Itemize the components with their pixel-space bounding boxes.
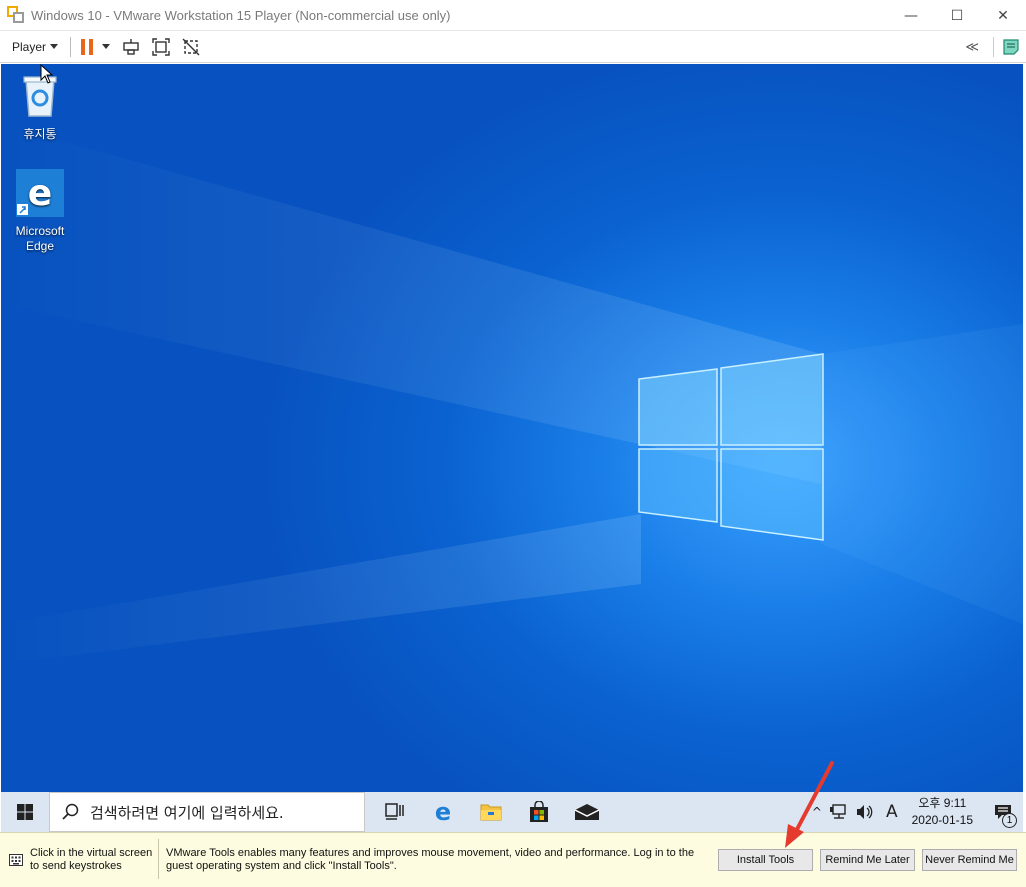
player-menu-button[interactable]: Player: [12, 39, 59, 54]
taskbar-explorer-button[interactable]: [467, 792, 515, 832]
guest-desktop[interactable]: 휴지통 e Microsoft Edge: [1, 64, 1023, 792]
clock-time: 오후 9:11: [918, 796, 967, 810]
red-annotation-arrow: [785, 761, 834, 848]
pause-dropdown-icon[interactable]: [102, 44, 111, 49]
pause-icon[interactable]: [81, 38, 94, 55]
infobar-divider: [158, 839, 159, 879]
recycle-bin-label: 휴지통: [23, 127, 57, 141]
store-icon: [530, 801, 548, 822]
never-remind-me-button[interactable]: Never Remind Me: [922, 849, 1017, 871]
toolbar-divider: [993, 37, 994, 57]
chevron-down-icon: [50, 44, 59, 49]
taskbar-search-box[interactable]: 검색하려면 여기에 입력하세요.: [49, 792, 365, 832]
task-view-icon: [385, 803, 404, 820]
maximize-button[interactable]: ☐: [934, 0, 980, 31]
edge-icon: e: [435, 801, 451, 823]
taskbar-store-button[interactable]: [515, 792, 563, 832]
player-toolbar: Player ≪: [0, 31, 1026, 63]
edge-label: Microsoft Edge: [15, 224, 65, 253]
search-icon: [62, 803, 79, 820]
window-title: Windows 10 - VMware Workstation 15 Playe…: [31, 7, 451, 23]
minimize-button[interactable]: —: [888, 0, 934, 31]
edge-shortcut[interactable]: e Microsoft Edge: [10, 169, 70, 254]
unity-icon[interactable]: [182, 38, 200, 56]
volume-icon[interactable]: [856, 804, 874, 820]
taskbar-edge-button[interactable]: e: [419, 792, 467, 832]
message-log-icon[interactable]: [1002, 38, 1020, 56]
vmware-app-icon: [7, 6, 25, 24]
mouse-cursor-icon: [40, 64, 54, 84]
keyboard-hint-text: Click in the virtual screen to send keys…: [30, 847, 153, 872]
clock-date: 2020-01-15: [911, 813, 973, 827]
ime-indicator[interactable]: A: [886, 802, 898, 822]
edge-icon: e: [16, 169, 64, 217]
send-ctrl-alt-del-icon[interactable]: [122, 38, 140, 56]
action-center-button[interactable]: 1: [983, 792, 1023, 832]
player-menu-label: Player: [12, 39, 47, 54]
keyboard-icon: [9, 854, 23, 866]
system-tray: ^ A 오후 9:11 2020-01-15 1: [808, 792, 1023, 832]
taskbar-clock[interactable]: 오후 9:11 2020-01-15: [912, 795, 973, 829]
mail-icon: [574, 804, 600, 820]
notification-count-badge: 1: [1002, 813, 1017, 828]
file-explorer-icon: [480, 804, 502, 821]
task-view-button[interactable]: [371, 792, 419, 832]
windows-logo-wallpaper: [638, 353, 824, 541]
svg-text:e: e: [28, 173, 52, 214]
close-button[interactable]: ✕: [980, 0, 1026, 31]
vmware-tools-infobar: Click in the virtual screen to send keys…: [0, 832, 1026, 887]
toolbar-divider: [70, 36, 72, 57]
collapse-toolbar-icon[interactable]: ≪: [965, 40, 979, 55]
svg-text:e: e: [435, 801, 451, 823]
remind-me-later-button[interactable]: Remind Me Later: [820, 849, 915, 871]
taskbar-mail-button[interactable]: [563, 792, 611, 832]
start-button[interactable]: [1, 792, 49, 832]
guest-taskbar: 검색하려면 여기에 입력하세요. e ^ A 오후 9:11 2020-01-1…: [1, 792, 1023, 832]
windows-start-icon: [17, 804, 33, 820]
install-tools-button[interactable]: Install Tools: [718, 849, 813, 871]
wallpaper-light-beams: [1, 124, 1023, 664]
vmware-tools-message: VMware Tools enables many features and i…: [166, 847, 695, 872]
title-bar: Windows 10 - VMware Workstation 15 Playe…: [0, 0, 1026, 31]
fullscreen-icon[interactable]: [152, 37, 170, 56]
search-placeholder: 검색하려면 여기에 입력하세요.: [90, 803, 284, 822]
